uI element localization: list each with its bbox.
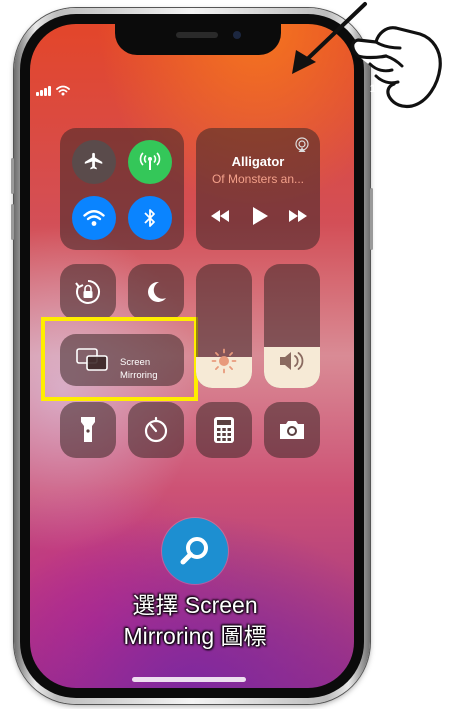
speaker-grille [176,32,218,38]
rewind-icon[interactable] [210,210,230,222]
highlight-box [41,317,198,401]
timer-button[interactable] [128,402,184,458]
calculator-button[interactable] [196,402,252,458]
timer-icon [144,416,168,443]
orientation-lock-button[interactable] [60,264,116,320]
airplane-mode-button[interactable] [72,140,116,184]
wifi-status-icon [56,85,70,96]
home-indicator [132,677,246,682]
cellular-data-button[interactable] [128,140,172,184]
search-badge [162,518,228,584]
airplay-audio-icon[interactable] [294,137,310,153]
flashlight-button[interactable] [60,402,116,458]
side-button [370,188,373,250]
instruction-caption: 選擇 Screen Mirroring 圖標 [90,590,300,652]
song-title: Alligator [231,154,285,169]
wifi-button[interactable] [72,196,116,240]
artist-name: Of Monsters an... [211,172,305,186]
brightness-slider[interactable] [196,264,252,388]
wifi-icon [83,210,105,226]
speaker-icon [280,352,304,370]
camera-button[interactable] [264,402,320,458]
play-icon[interactable] [252,207,268,225]
notch [115,24,281,55]
volume-up-button [11,158,14,194]
cellular-data-icon [139,152,161,170]
camera-icon [280,421,304,439]
caption-line2: Mirroring 圖標 [123,623,267,649]
bluetooth-icon [144,209,155,227]
caption-line1: 選擇 Screen [132,592,258,618]
fast-forward-icon[interactable] [288,210,308,222]
airplane-icon [84,152,103,170]
do-not-disturb-button[interactable] [128,264,184,320]
magnifier-icon [180,537,208,565]
now-playing-module: Alligator Of Monsters an... [196,128,320,250]
brightness-icon [211,348,237,374]
connectivity-module [60,128,184,250]
volume-slider[interactable] [264,264,320,388]
signal-icon [36,86,51,96]
moon-icon [148,281,166,302]
status-bar-left [36,82,70,96]
bluetooth-button[interactable] [128,196,172,240]
flashlight-icon [81,417,95,442]
calculator-icon [214,417,234,443]
rotation-lock-icon [75,280,100,304]
hand-pointer-icon [351,26,442,109]
front-camera [233,31,241,39]
volume-down-button [11,204,14,240]
